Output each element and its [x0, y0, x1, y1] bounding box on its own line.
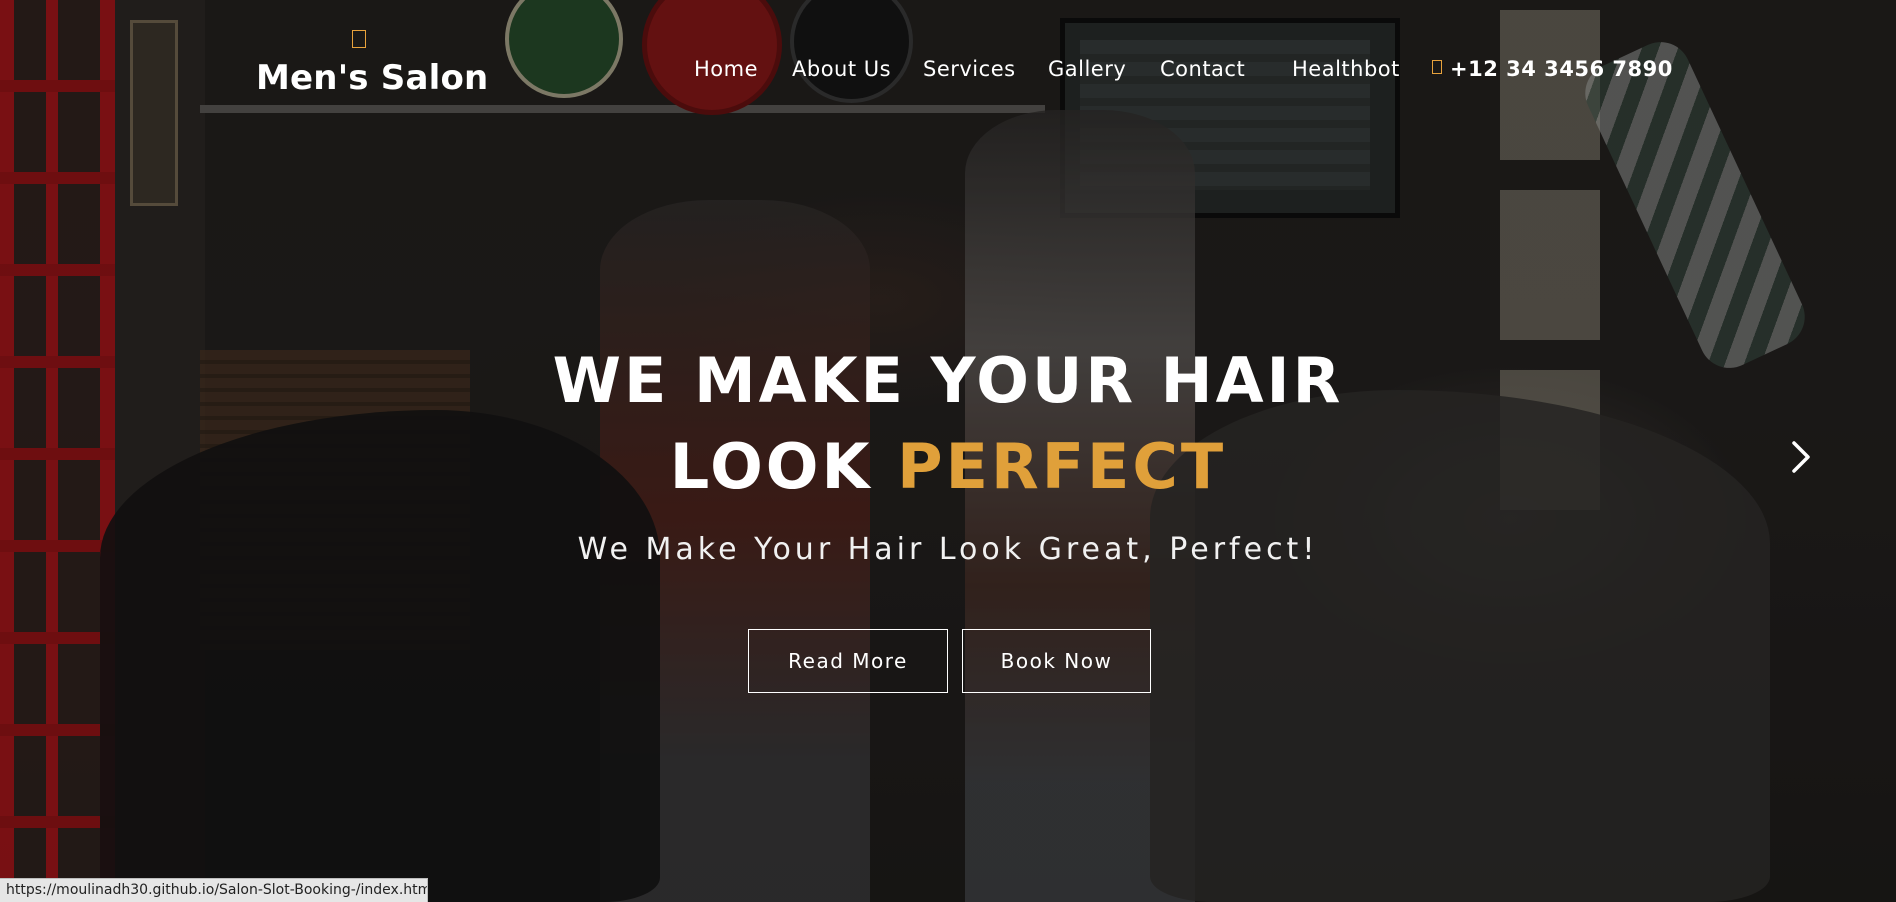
logo-icon: [352, 30, 366, 48]
hero-subtitle: We Make Your Hair Look Great, Perfect!: [577, 532, 1319, 567]
site-logo[interactable]: Men's Salon: [256, 56, 488, 100]
nav-gallery[interactable]: Gallery: [1048, 54, 1126, 84]
book-now-button[interactable]: Book Now: [962, 629, 1151, 693]
hero-headline-line1: WE MAKE YOUR HAIR: [552, 344, 1344, 417]
hero-headline-accent: PERFECT: [897, 430, 1227, 503]
phone-number[interactable]: +12 34 3456 7890: [1450, 54, 1673, 84]
hero-headline-line2-prefix: LOOK: [669, 430, 873, 503]
chevron-right-icon[interactable]: [1788, 440, 1814, 474]
browser-status-bar: https://moulinadh30.github.io/Salon-Slot…: [0, 878, 428, 902]
nav-contact[interactable]: Contact: [1160, 54, 1245, 84]
status-url: https://moulinadh30.github.io/Salon-Slot…: [6, 882, 428, 898]
hero-headline: WE MAKE YOUR HAIR LOOK PERFECT: [0, 338, 1896, 510]
nav-healthbot[interactable]: Healthbot: [1292, 54, 1400, 84]
nav-about-us[interactable]: About Us: [792, 54, 891, 84]
nav-home[interactable]: Home: [694, 54, 758, 84]
read-more-button[interactable]: Read More: [748, 629, 948, 693]
nav-services[interactable]: Services: [923, 54, 1016, 84]
phone-icon: [1432, 60, 1442, 74]
